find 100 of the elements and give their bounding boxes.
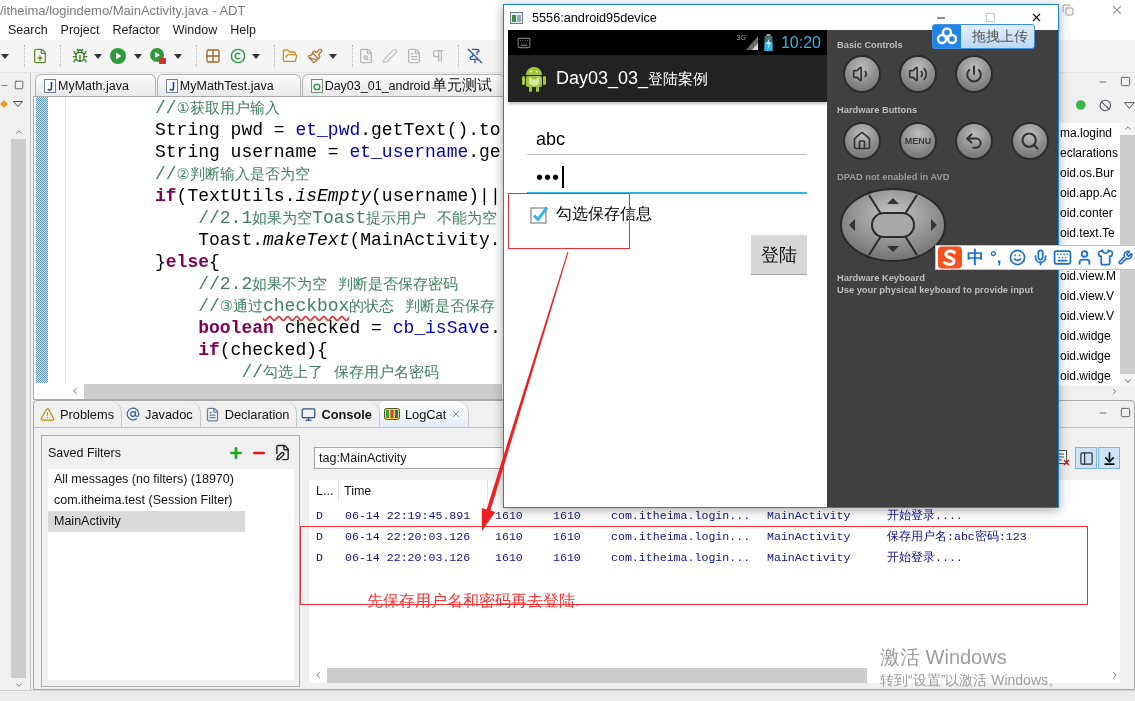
menu-item[interactable]: Help (230, 23, 256, 37)
outline-item[interactable]: oid.conter (1060, 203, 1113, 223)
c-circle-icon[interactable] (230, 48, 246, 64)
outline-item[interactable]: oid.os.Bur (1060, 163, 1115, 183)
editor-tab[interactable]: MyMathTest.java (156, 74, 301, 96)
dot-icon[interactable] (1076, 100, 1086, 110)
caret-icon[interactable] (94, 53, 102, 59)
menu-item[interactable]: Project (60, 23, 100, 37)
menu-item[interactable]: Refactor (112, 23, 160, 37)
volume-down-button[interactable] (843, 55, 881, 93)
menu-button[interactable]: MENU (899, 122, 937, 160)
chevron-right-icon[interactable] (1110, 387, 1119, 396)
close-icon[interactable] (1030, 11, 1043, 24)
ime-logo-icon[interactable] (937, 246, 963, 269)
toggle-button[interactable] (1098, 447, 1120, 469)
code-line: Toast.makeText(MainActivity. (198, 229, 501, 251)
scrollbar-thumb[interactable] (11, 139, 26, 678)
filter-item[interactable]: com.itheima.test (Session Filter) (48, 490, 245, 511)
brush-icon[interactable] (307, 48, 323, 64)
log-level: D (316, 551, 323, 564)
power-button[interactable] (955, 55, 993, 93)
view-tab[interactable]: Problems (36, 401, 123, 427)
column-header[interactable]: L... (316, 484, 334, 498)
smile-icon[interactable] (1008, 249, 1026, 266)
wrench-icon[interactable] (1117, 250, 1133, 265)
window-title: /itheima/logindemo/MainActivity.java - ADT (0, 2, 246, 18)
search-button[interactable] (1011, 122, 1049, 160)
outline-item[interactable]: oid.view.M (1060, 266, 1117, 286)
column-header[interactable]: Time (344, 484, 372, 498)
caret-icon[interactable] (252, 53, 260, 59)
chevron-up-icon[interactable] (1122, 123, 1133, 133)
chevron-left-icon[interactable] (313, 670, 323, 680)
view-tab[interactable]: Declaration (200, 401, 298, 427)
maximize-icon[interactable] (14, 80, 24, 90)
volume-up-button[interactable] (899, 55, 937, 93)
outline-item[interactable]: oid.widge (1060, 366, 1111, 386)
code-line: //勾选上了 保存用户名密码 (241, 361, 439, 383)
ime-mode-button[interactable]: 中 (967, 247, 984, 268)
shirt-icon[interactable] (1096, 249, 1114, 266)
chevron-left-icon[interactable] (70, 386, 80, 396)
caret-icon[interactable] (174, 53, 182, 59)
chevron-right-icon[interactable] (1110, 670, 1120, 680)
home-button[interactable] (843, 122, 881, 160)
outline-item[interactable]: oid.widge (1060, 346, 1111, 366)
log-tag: MainActivity (767, 551, 851, 564)
view-tab[interactable]: LogCat (379, 401, 470, 427)
maximize-icon[interactable] (1120, 76, 1131, 87)
chevron-down-icon[interactable] (13, 680, 24, 690)
caret-icon[interactable] (134, 53, 142, 59)
plus-icon[interactable] (228, 444, 244, 461)
caret-icon[interactable] (1, 53, 9, 59)
back-button[interactable] (955, 122, 993, 160)
scrollbar-thumb[interactable] (84, 383, 502, 399)
editor-tab[interactable]: Day03_01_android单元测试 (301, 74, 506, 96)
new-file-icon[interactable] (32, 48, 48, 64)
outline-item[interactable]: ma.logind (1060, 123, 1113, 143)
outline-item[interactable]: oid.app.Ac (1060, 183, 1117, 203)
menu-item[interactable]: Window (172, 23, 218, 37)
editor-tab[interactable]: MyMath.java (35, 74, 156, 96)
bug-icon[interactable] (72, 48, 88, 64)
chevron-down-icon[interactable] (1122, 376, 1133, 386)
log-message: 保存用户名:abc密码:123 (887, 529, 1027, 544)
upload-button[interactable]: 拖拽上传 (932, 24, 1035, 49)
edit-icon[interactable] (274, 444, 291, 461)
keyboard-icon[interactable] (1052, 248, 1072, 267)
text-field[interactable]: abc (527, 121, 807, 155)
robot-icon (522, 65, 546, 92)
triangle-icon[interactable] (1124, 101, 1135, 109)
view-tab[interactable]: Console (297, 401, 380, 427)
diamond-icon[interactable] (0, 100, 8, 108)
filter-item[interactable]: All messages (no filters) (18970) (48, 469, 245, 490)
scrollbar-thumb[interactable] (327, 667, 867, 683)
search-field[interactable]: tag:MainActivity (314, 447, 502, 469)
login-button[interactable]: 登陆 (751, 235, 807, 275)
filter-item[interactable]: MainActivity (48, 511, 245, 532)
outline-item[interactable]: oid.view.V (1060, 286, 1115, 306)
outline-item[interactable]: oid.text.Te (1060, 223, 1115, 243)
pin-off-icon[interactable] (467, 48, 483, 64)
caret-icon[interactable] (329, 53, 337, 59)
play-icon[interactable] (110, 48, 126, 64)
battery-icon (763, 34, 773, 51)
activation-title: 激活 Windows (880, 645, 1007, 669)
view-tab[interactable]: Javadoc (122, 401, 201, 427)
checkbox[interactable] (530, 205, 548, 224)
log-level: D (316, 509, 323, 522)
text-field[interactable]: ••• (527, 158, 807, 194)
restore-icon[interactable] (1062, 4, 1074, 16)
menu-item[interactable]: Search (8, 23, 48, 37)
grid-icon[interactable] (205, 48, 221, 64)
play-case-icon[interactable] (150, 48, 166, 64)
toggle-button[interactable] (1075, 447, 1097, 469)
slashed-circle-icon[interactable] (1098, 98, 1112, 112)
triangle-icon[interactable] (13, 101, 23, 107)
folder-icon[interactable] (282, 48, 298, 64)
outline-item[interactable]: eclarations (1060, 143, 1119, 163)
chevron-up-icon[interactable] (13, 127, 24, 137)
maximize-icon[interactable] (1120, 407, 1131, 418)
outline-item[interactable]: oid.widge (1060, 326, 1111, 346)
outline-item[interactable]: oid.view.V (1060, 306, 1115, 326)
punctuation-button[interactable]: °, (990, 247, 1002, 268)
